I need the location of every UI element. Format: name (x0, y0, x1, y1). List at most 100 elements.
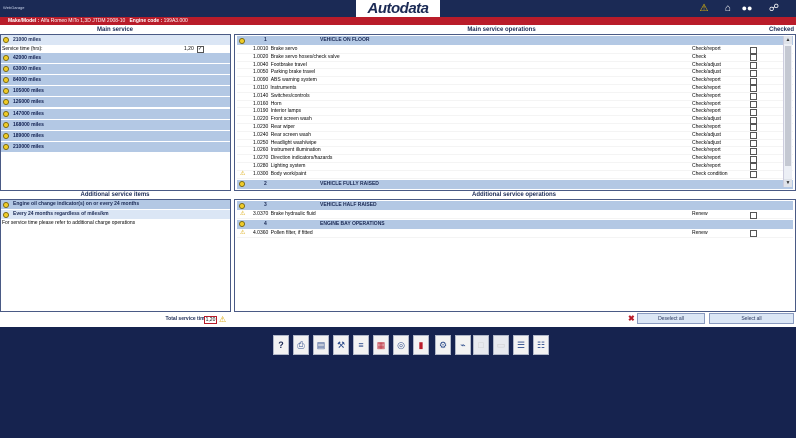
section-chevron-icon[interactable] (239, 181, 245, 188)
operation-checkbox[interactable] (750, 171, 757, 179)
main-ops-scrollbar[interactable]: ▲ ▼ (783, 36, 792, 187)
operation-checkbox[interactable] (750, 62, 757, 70)
operation-checkbox[interactable] (750, 211, 757, 219)
warning-icon: ⚠ (240, 211, 246, 217)
chevron-icon (3, 110, 9, 117)
interval-label: 21000 miles (13, 37, 42, 43)
chevron-icon (3, 121, 9, 128)
main-ops-title: Main service operations (234, 27, 769, 34)
interval-item[interactable]: 21000 miles (1, 35, 230, 45)
interval-item[interactable]: 147000 miles (1, 108, 230, 119)
interval-label: 126000 miles (13, 99, 44, 106)
wiring-icon[interactable]: ⌁ (455, 335, 471, 355)
section-number: 1 (264, 37, 267, 43)
operation-code: 1.0260 (253, 147, 269, 154)
home-icon[interactable]: ⌂ (721, 2, 735, 15)
interval-list: 21000 miles Service time (hrs): 1,20 ✓ 42000… (1, 35, 230, 152)
operation-action: Check/report (692, 108, 721, 115)
operation-action: Check/report (692, 190, 721, 191)
operation-desc: Lighting system (270, 162, 306, 169)
operation-checkbox[interactable] (750, 101, 757, 109)
section-number: 4 (264, 220, 267, 227)
operation-row: 1.0250 Headlight wash/wipe Check/adjust (237, 140, 793, 148)
key-tool-icon[interactable]: ⚒ (333, 335, 349, 355)
operation-checkbox[interactable] (750, 116, 757, 124)
interval-item[interactable]: 189000 miles (1, 130, 230, 141)
interval-item[interactable]: 84000 miles (1, 75, 230, 86)
operation-desc: Body work/paint (270, 170, 307, 177)
main-ops-panel: 1 VEHICLE ON FLOOR 1.0010 Brake servo Check… (234, 34, 796, 191)
additional-item[interactable]: Engine oil change indicator(s) on or eve… (1, 200, 230, 209)
section-chevron-icon[interactable] (239, 221, 245, 228)
operation-checkbox[interactable] (750, 124, 757, 132)
operation-checkbox[interactable] (750, 155, 757, 163)
operation-checkbox[interactable] (750, 54, 757, 62)
select-all-button[interactable]: Select all (709, 313, 794, 324)
additional-service-panel: Engine oil change indicator(s) on or eve… (0, 199, 231, 312)
operation-checkbox[interactable] (750, 85, 757, 93)
garage-icon[interactable]: ▤ (313, 335, 329, 355)
operation-checkbox[interactable] (750, 132, 757, 140)
section-chevron-icon[interactable] (239, 202, 245, 209)
additional-item-label: Engine oil change indicator(s) on or eve… (13, 201, 140, 207)
notes-icon[interactable]: ☰ (513, 335, 529, 355)
print-icon[interactable]: ⎙ (293, 335, 309, 355)
operation-checkbox[interactable] (750, 163, 757, 171)
operation-text: 1.0090 ABS warning system (253, 77, 317, 85)
list-icon[interactable]: ☷ (533, 335, 549, 355)
additional-item[interactable]: Every 24 months regardless of miles/km (1, 210, 230, 219)
operation-code: 1.0300 (253, 170, 269, 177)
interval-item[interactable]: 168000 miles (1, 119, 230, 130)
operation-checkbox[interactable] (750, 46, 757, 54)
help-icon[interactable]: ? (273, 335, 289, 355)
operation-text: 1.0270 Direction indicators/hazards (253, 155, 332, 163)
lift-icon[interactable]: ▦ (373, 335, 389, 355)
scroll-up-icon[interactable]: ▲ (784, 36, 792, 44)
interval-item[interactable]: 210000 miles (1, 141, 230, 152)
additional-ops-panel: 3 VEHICLE HALF RAISED ⚠ 3.0370 Brake hydrau… (234, 199, 796, 312)
interval-item[interactable]: 63000 miles (1, 64, 230, 75)
disabled-doc-icon: □ (473, 335, 489, 355)
additional-note: For service time please refer to additio… (2, 220, 136, 226)
section-chevron-icon[interactable] (239, 37, 245, 44)
operation-code: 1.0010 (253, 46, 269, 52)
chevron-icon (3, 211, 9, 218)
operation-checkbox[interactable] (750, 108, 757, 116)
service-time-checkbox[interactable]: ✓ (197, 46, 204, 54)
interval-item[interactable]: 126000 miles (1, 97, 230, 108)
operation-checkbox[interactable] (750, 93, 757, 101)
operation-checkbox[interactable] (750, 77, 757, 85)
interval-label: 168000 miles (13, 121, 44, 128)
engine-icon[interactable]: ⚙ (435, 335, 451, 355)
section-header: 3 VEHICLE HALF RAISED (237, 201, 793, 210)
operation-checkbox[interactable] (750, 190, 757, 191)
operation-checkbox[interactable] (750, 230, 757, 238)
operation-desc: Interior lamps (270, 108, 301, 115)
operation-action: Renew (692, 211, 708, 217)
warning-icon[interactable]: ⚠ (697, 2, 711, 15)
service-book-icon[interactable]: ≡ (353, 335, 369, 355)
tire-icon[interactable]: ◎ (393, 335, 409, 355)
operation-action: Check/report (692, 100, 721, 107)
operation-code: 1.0040 (253, 61, 269, 68)
operation-checkbox[interactable] (750, 69, 757, 77)
operation-desc: Direction indicators/hazards (270, 155, 333, 162)
car-icon[interactable]: ●● (740, 2, 754, 15)
chevron-icon (3, 55, 9, 62)
operation-text: 1.0230 Rear wiper (253, 124, 295, 132)
operation-row: 1.0280 Lighting system Check/report (237, 163, 793, 171)
operation-row: 1.0110 Instruments Check/report (237, 85, 793, 93)
interval-item[interactable]: 42000 miles (1, 53, 230, 64)
network-icon[interactable]: ☍ (767, 2, 781, 15)
battery-icon[interactable]: ▮ (413, 335, 429, 355)
deselect-all-button[interactable]: Deselect all (637, 313, 705, 324)
scroll-thumb[interactable] (785, 46, 791, 166)
chevron-icon (3, 66, 9, 73)
operation-checkbox[interactable] (750, 140, 757, 148)
interval-item[interactable]: 105000 miles (1, 86, 230, 97)
operation-code: 4.0360 (253, 229, 269, 236)
operation-checkbox[interactable] (750, 147, 757, 155)
scroll-down-icon[interactable]: ▼ (784, 179, 792, 187)
operation-action: Check/adjust (692, 131, 721, 138)
operation-row: 1.0190 Interior lamps Check/report (237, 108, 793, 117)
